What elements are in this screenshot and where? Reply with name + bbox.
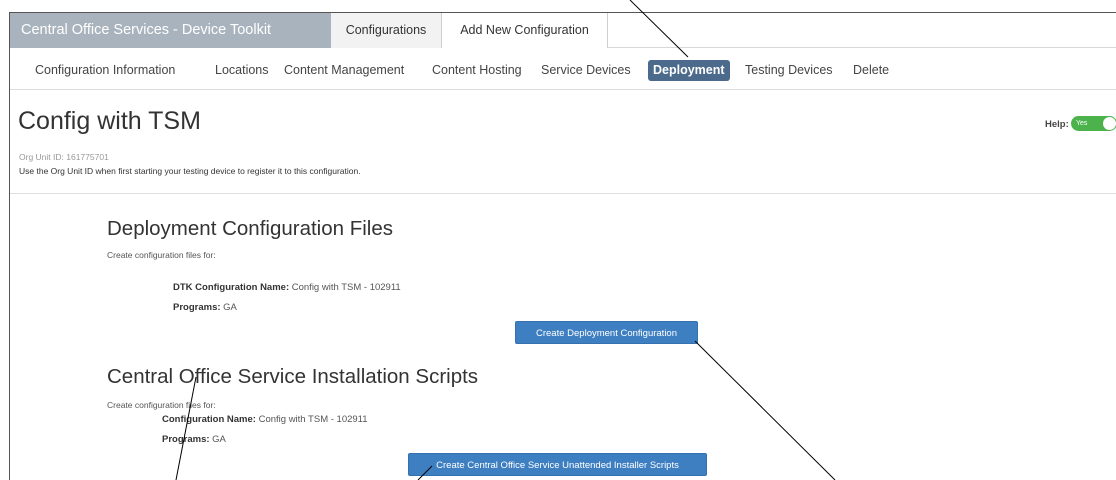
help-toggle-label: Yes [1076,120,1088,127]
cos-programs: Programs: GA [162,434,226,445]
help-toggle[interactable]: Yes [1071,116,1116,131]
tab-add-new-configuration[interactable]: Add New Configuration [442,13,608,48]
org-unit-help-text: Use the Org Unit ID when first starting … [19,166,361,176]
subnav-service-devices[interactable]: Service Devices [541,61,631,79]
deployment-programs: Programs: GA [173,302,237,313]
page-title: Config with TSM [18,107,201,135]
deployment-config-name-label: DTK Configuration Name: [173,282,290,293]
cos-config-name: Configuration Name: Config with TSM - 10… [162,414,368,425]
cos-scripts-section-title: Central Office Service Installation Scri… [107,365,479,388]
deployment-section-title: Deployment Configuration Files [107,217,393,240]
subnav-locations[interactable]: Locations [215,61,269,79]
subnav-deployment[interactable]: Deployment [648,60,730,81]
deployment-subtitle: Create configuration files for: [107,250,216,260]
header-divider [10,193,1116,194]
brand-title[interactable]: Central Office Services - Device Toolkit [10,13,331,48]
cos-programs-value: GA [212,434,226,445]
app-frame: Central Office Services - Device Toolkit… [9,12,1116,480]
org-unit-id: Org Unit ID: 161775701 [19,152,109,162]
create-deployment-configuration-button[interactable]: Create Deployment Configuration [515,321,698,344]
subnav-content-management[interactable]: Content Management [284,61,404,79]
config-subnav: Configuration Information Locations Cont… [10,49,1116,90]
create-cos-unattended-installer-scripts-button[interactable]: Create Central Office Service Unattended… [408,453,707,476]
deployment-config-name-value: Config with TSM - 102911 [291,282,401,293]
subnav-content-hosting[interactable]: Content Hosting [432,61,522,79]
cos-scripts-subtitle: Create configuration files for: [107,400,216,410]
toggle-knob [1103,117,1116,130]
deployment-config-name: DTK Configuration Name: Config with TSM … [173,282,401,293]
top-navbar: Central Office Services - Device Toolkit… [10,13,1116,48]
subnav-delete[interactable]: Delete [853,61,889,79]
deployment-programs-label: Programs: [173,302,221,313]
org-unit-value: 161775701 [66,152,109,162]
subnav-configuration-information[interactable]: Configuration Information [35,61,175,79]
cos-programs-label: Programs: [162,434,210,445]
help-label: Help: [1045,119,1069,130]
cos-config-name-label: Configuration Name: [162,414,256,425]
tab-configurations[interactable]: Configurations [331,13,442,48]
deployment-programs-value: GA [223,302,237,313]
cos-config-name-value: Config with TSM - 102911 [258,414,368,425]
subnav-testing-devices[interactable]: Testing Devices [745,61,833,79]
org-unit-label: Org Unit ID: [19,152,64,162]
